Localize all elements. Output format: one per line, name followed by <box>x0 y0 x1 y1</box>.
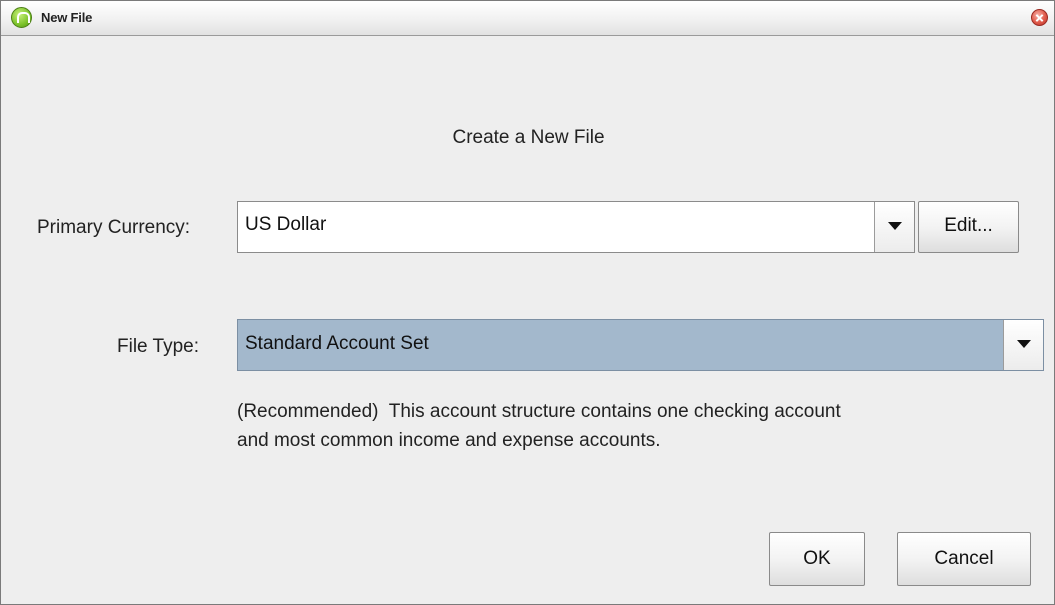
window-title: New File <box>41 10 93 25</box>
title-bar[interactable]: New File <box>1 1 1054 36</box>
file-type-dropdown[interactable]: Standard Account Set <box>237 319 1044 371</box>
description-line-2: and most common income and expense accou… <box>237 430 661 451</box>
cancel-button[interactable]: Cancel <box>897 532 1031 586</box>
close-icon[interactable] <box>1031 9 1048 26</box>
dialog-heading: Create a New File <box>452 127 605 148</box>
file-type-description: (Recommended) This account structure con… <box>237 397 1037 455</box>
primary-currency-dropdown[interactable]: US Dollar <box>237 201 915 253</box>
new-file-dialog: New File Create a New File Primary Curre… <box>0 0 1055 605</box>
cancel-button-label: Cancel <box>934 548 994 569</box>
edit-currency-button[interactable]: Edit... <box>918 201 1019 253</box>
ok-button-label: OK <box>803 548 831 569</box>
description-line-1: (Recommended) This account structure con… <box>237 401 841 422</box>
file-type-label: File Type: <box>117 336 200 357</box>
ok-button[interactable]: OK <box>769 532 865 586</box>
chevron-down-icon[interactable] <box>1003 320 1043 370</box>
app-icon <box>11 7 32 28</box>
edit-button-label: Edit... <box>944 215 993 236</box>
chevron-down-icon[interactable] <box>874 202 914 252</box>
primary-currency-label: Primary Currency: <box>37 217 191 238</box>
file-type-value: Standard Account Set <box>245 333 429 354</box>
primary-currency-value: US Dollar <box>245 214 327 235</box>
